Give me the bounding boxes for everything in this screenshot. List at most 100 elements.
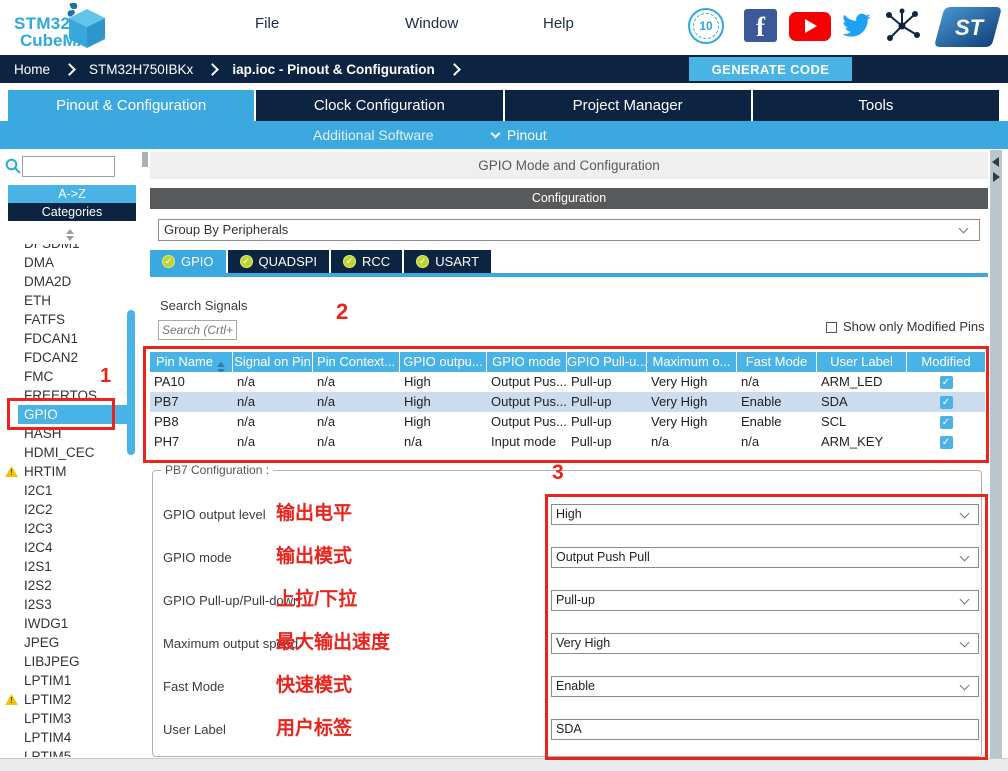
table-cell[interactable]: PA10 — [150, 372, 233, 392]
table-cell[interactable]: Pull-up — [567, 372, 647, 392]
peripheral-tab-rcc[interactable]: ✓ RCC — [331, 250, 402, 273]
sidebar-item-dma[interactable]: ! DMA — [18, 253, 131, 272]
categories-button[interactable]: Categories — [8, 203, 136, 221]
signals-search-input[interactable] — [158, 320, 237, 340]
sidebar-item-fdcan2[interactable]: ! FDCAN2 — [18, 348, 131, 367]
sidebar-item-i2c2[interactable]: ! I2C2 — [18, 500, 131, 519]
sidebar-item-freertos[interactable]: ! FREERTOS — [18, 386, 131, 405]
field-control[interactable]: Pull-up — [551, 590, 979, 611]
table-cell[interactable]: High — [400, 372, 487, 392]
twitter-icon[interactable] — [838, 10, 875, 41]
sidebar-item-fdcan1[interactable]: ! FDCAN1 — [18, 329, 131, 348]
facebook-icon[interactable]: f — [744, 9, 777, 42]
collapse-right-arrow[interactable] — [993, 172, 1000, 182]
pinout-view-dropdown[interactable]: Pinout — [492, 127, 547, 143]
table-cell[interactable]: n/a — [400, 432, 487, 452]
table-column-header-signal-on-pin[interactable]: Signal on Pin — [233, 352, 313, 372]
breadcrumb-label[interactable]: STM32H750IBKx — [89, 62, 193, 77]
table-cell[interactable]: High — [400, 392, 487, 412]
table-cell[interactable]: n/a — [313, 372, 400, 392]
breadcrumb-item-home[interactable]: Home — [14, 62, 89, 77]
sidebar-item-iwdg1[interactable]: ! IWDG1 — [18, 614, 131, 633]
table-cell[interactable]: ARM_KEY — [817, 432, 907, 452]
peripheral-search-input[interactable] — [22, 156, 115, 177]
table-cell[interactable]: ARM_LED — [817, 372, 907, 392]
field-control[interactable]: Very High — [551, 633, 979, 654]
sidebar-scrollbar-thumb[interactable] — [127, 310, 135, 455]
sidebar-item-i2s2[interactable]: ! I2S2 — [18, 576, 131, 595]
tab-project-manager[interactable]: Project Manager — [505, 90, 751, 121]
table-cell[interactable]: Enable — [737, 412, 817, 432]
table-cell[interactable]: PB7 — [150, 392, 233, 412]
table-cell[interactable]: SDA — [817, 392, 907, 412]
sidebar-item-hdmi-cec[interactable]: ! HDMI_CEC — [18, 443, 131, 462]
sidebar-item-i2c1[interactable]: ! I2C1 — [18, 481, 131, 500]
table-cell[interactable]: Output Pus... — [487, 372, 567, 392]
table-column-header-gpio-pull-u[interactable]: GPIO Pull-u... — [567, 352, 647, 372]
table-column-header-pin-name[interactable]: Pin Name — [150, 352, 233, 372]
table-column-header-gpio-mode[interactable]: GPIO mode — [487, 352, 567, 372]
menu-window[interactable]: Window — [405, 15, 458, 32]
table-cell[interactable]: Enable — [737, 392, 817, 412]
peripheral-tab-usart[interactable]: ✓ USART — [404, 250, 491, 273]
sidebar-item-jpeg[interactable]: ! JPEG — [18, 633, 131, 652]
table-column-header-maximum-o[interactable]: Maximum o... — [647, 352, 737, 372]
table-cell[interactable]: n/a — [313, 432, 400, 452]
show-only-modified-label[interactable]: Show only Modified Pins — [843, 319, 985, 334]
sidebar-item-lptim1[interactable]: ! LPTIM1 — [18, 671, 131, 690]
sidebar-item-eth[interactable]: ! ETH — [18, 291, 131, 310]
youtube-icon[interactable] — [789, 12, 831, 41]
sidebar-item-hash[interactable]: ! HASH — [18, 424, 131, 443]
table-row-pa10[interactable]: PA10n/an/aHighOutput Pus...Pull-upVery H… — [150, 372, 985, 392]
menu-file[interactable]: File — [255, 15, 279, 32]
table-cell[interactable]: Pull-up — [567, 392, 647, 412]
breadcrumb-item-stm32h750ibkx[interactable]: STM32H750IBKx — [89, 62, 232, 77]
field-control[interactable]: SDA — [551, 719, 979, 740]
table-cell[interactable]: n/a — [233, 432, 313, 452]
sidebar-item-lptim2[interactable]: ! LPTIM2 — [18, 690, 131, 709]
table-cell[interactable]: High — [400, 412, 487, 432]
list-sort-control[interactable] — [0, 226, 126, 244]
table-column-header-user-label[interactable]: User Label — [817, 352, 907, 372]
table-cell[interactable]: Output Pus... — [487, 412, 567, 432]
table-row-pb7[interactable]: PB7n/an/aHighOutput Pus...Pull-upVery Hi… — [150, 392, 985, 412]
peripheral-tab-quadspi[interactable]: ✓ QUADSPI — [228, 250, 330, 273]
modified-checkbox[interactable]: ✓ — [940, 396, 953, 409]
tab-tools[interactable]: Tools — [753, 90, 999, 121]
table-row-ph7[interactable]: PH7n/an/an/aInput modePull-upn/an/aARM_K… — [150, 432, 985, 452]
sidebar-item-i2s3[interactable]: ! I2S3 — [18, 595, 131, 614]
table-column-header-gpio-outpu[interactable]: GPIO outpu... — [400, 352, 487, 372]
show-only-modified-checkbox[interactable] — [826, 322, 837, 333]
table-cell[interactable]: SCL — [817, 412, 907, 432]
modified-checkbox[interactable]: ✓ — [940, 376, 953, 389]
table-cell[interactable]: n/a — [313, 392, 400, 412]
table-cell[interactable]: Output Pus... — [487, 392, 567, 412]
table-cell[interactable]: n/a — [233, 412, 313, 432]
collapse-left-arrow[interactable] — [992, 157, 999, 167]
table-cell[interactable]: Pull-up — [567, 412, 647, 432]
menu-help[interactable]: Help — [543, 15, 574, 32]
sidebar-item-gpio[interactable]: ! GPIO — [18, 405, 131, 424]
additional-software-link[interactable]: Additional Software — [313, 127, 434, 143]
sort-az-button[interactable]: A->Z — [8, 185, 136, 203]
sidebar-item-lptim3[interactable]: ! LPTIM3 — [18, 709, 131, 728]
sidebar-item-lptim5[interactable]: ! LPTIM5 — [18, 747, 131, 757]
sidebar-item-libjpeg[interactable]: ! LIBJPEG — [18, 652, 131, 671]
table-cell[interactable]: n/a — [737, 432, 817, 452]
modified-checkbox[interactable]: ✓ — [940, 416, 953, 429]
field-control[interactable]: Enable — [551, 676, 979, 697]
tab-clock-configuration[interactable]: Clock Configuration — [256, 90, 502, 121]
table-cell[interactable]: Very High — [647, 372, 737, 392]
sidebar-item-dma2d[interactable]: ! DMA2D — [18, 272, 131, 291]
table-cell[interactable]: PH7 — [150, 432, 233, 452]
table-cell[interactable]: n/a — [737, 372, 817, 392]
table-cell[interactable]: n/a — [233, 392, 313, 412]
sidebar-item-fmc[interactable]: ! FMC — [18, 367, 131, 386]
table-column-header-modified[interactable]: Modified — [907, 352, 985, 372]
field-control[interactable]: High — [551, 504, 979, 525]
table-cell[interactable]: Very High — [647, 392, 737, 412]
modified-checkbox[interactable]: ✓ — [940, 436, 953, 449]
breadcrumb-item-iap-ioc-pinout-configuration[interactable]: iap.ioc - Pinout & Configuration — [232, 62, 473, 77]
sidebar-item-i2c3[interactable]: ! I2C3 — [18, 519, 131, 538]
table-row-pb8[interactable]: PB8n/an/aHighOutput Pus...Pull-upVery Hi… — [150, 412, 985, 432]
